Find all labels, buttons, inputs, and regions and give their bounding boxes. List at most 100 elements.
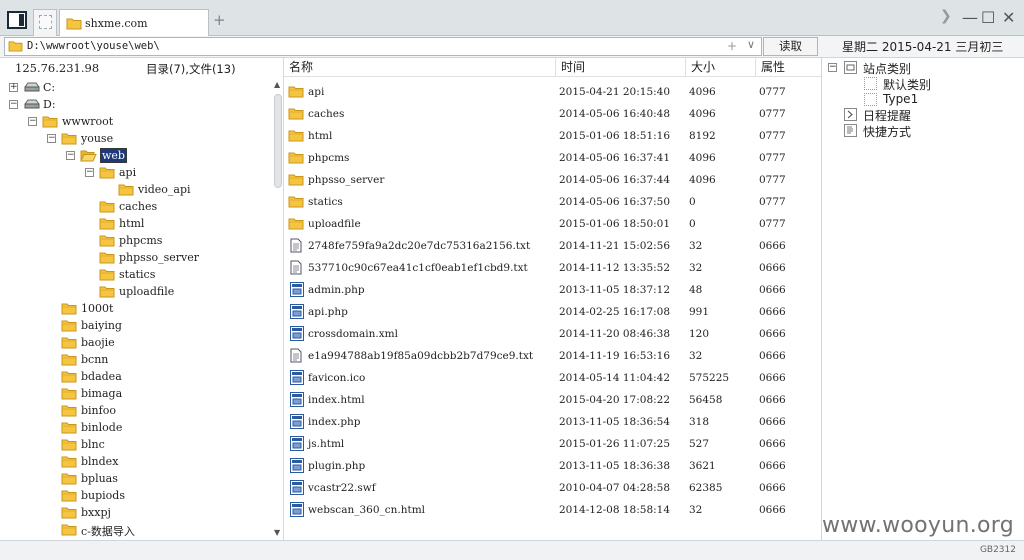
file-row[interactable]: crossdomain.xml 2014-11-20 08:46:38 120 066… (284, 323, 821, 345)
category-item[interactable]: 快捷方式 (822, 123, 1022, 139)
file-row[interactable]: index.php 2013-11-05 18:36:54 318 0666 (284, 411, 821, 433)
tree-node[interactable]: phpsso_server (0, 250, 270, 267)
file-icon (290, 282, 304, 300)
collapse-icon[interactable]: − (828, 63, 837, 72)
maximize-button[interactable]: ☐ (981, 8, 995, 27)
file-row[interactable]: phpcms 2014-05-06 16:37:41 4096 0777 (284, 147, 821, 169)
tree-node[interactable]: statics (0, 267, 270, 284)
tree-node[interactable]: bimaga (0, 386, 270, 403)
tree-scrollbar[interactable]: ▲ ▼ (272, 80, 284, 540)
file-row[interactable]: caches 2014-05-06 16:40:48 4096 0777 (284, 103, 821, 125)
tree-node[interactable]: bdadea (0, 369, 270, 386)
category-item[interactable]: − 站点类别 (822, 60, 1022, 76)
tree-node[interactable]: binlode (0, 420, 270, 437)
file-name: caches (308, 108, 345, 120)
file-attr: 0666 (759, 240, 786, 252)
expand-icon[interactable]: + (9, 83, 18, 92)
tab-blank[interactable] (33, 9, 57, 36)
close-button[interactable]: ✕ (1002, 8, 1015, 27)
scroll-thumb[interactable] (274, 94, 282, 188)
file-row[interactable]: vcastr22.swf 2010-04-07 04:28:58 62385 0666 (284, 477, 821, 499)
file-row[interactable]: js.html 2015-01-26 11:07:25 527 0666 (284, 433, 821, 455)
tree-node[interactable]: c-数据导入 (0, 522, 270, 539)
tree-node-label: api (119, 166, 137, 179)
file-row[interactable]: api.php 2014-02-25 16:17:08 991 0666 (284, 301, 821, 323)
column-time[interactable]: 时间 (556, 58, 686, 77)
collapse-icon[interactable]: − (85, 168, 94, 177)
tree-node[interactable]: html (0, 216, 270, 233)
tree-node[interactable]: blndex (0, 454, 270, 471)
column-attr[interactable]: 属性 (756, 58, 821, 77)
tree-node[interactable]: binfoo (0, 403, 270, 420)
chevron-down-icon[interactable]: ∨ (747, 38, 755, 51)
folder-icon (288, 107, 304, 123)
tree-node[interactable]: − web (0, 148, 270, 165)
tree-node[interactable]: caches (0, 199, 270, 216)
file-row[interactable]: api 2015-04-21 20:15:40 4096 0777 (284, 81, 821, 103)
file-row[interactable]: plugin.php 2013-11-05 18:36:38 3621 0666 (284, 455, 821, 477)
file-row[interactable]: statics 2014-05-06 16:37:50 0 0777 (284, 191, 821, 213)
category-item[interactable]: Type1 (822, 92, 1022, 108)
add-bookmark-icon[interactable]: + (727, 39, 737, 53)
tree-node[interactable]: uploadfile (0, 284, 270, 301)
tab-shxme[interactable]: shxme.com (59, 9, 209, 37)
file-row[interactable]: 537710c90c67ea41c1cf0eab1ef1cbd9.txt 2014… (284, 257, 821, 279)
collapse-icon[interactable]: − (9, 100, 18, 109)
column-size[interactable]: 大小 (686, 58, 756, 77)
file-row[interactable]: 2748fe759fa9a2dc20e7dc75316a2156.txt 2014… (284, 235, 821, 257)
category-item[interactable]: 默认类别 (822, 76, 1022, 92)
tree-node[interactable]: 1000t (0, 301, 270, 318)
tree-node[interactable]: video_api (0, 182, 270, 199)
tree-node[interactable]: phpcms (0, 233, 270, 250)
file-attr: 0777 (759, 108, 786, 120)
folder-icon (61, 302, 77, 318)
tree-node[interactable]: bcnn (0, 352, 270, 369)
collapse-icon[interactable]: − (66, 151, 75, 160)
path-input[interactable]: D:\wwwroot\youse\web\ + ∨ (4, 37, 762, 56)
forward-icon[interactable]: ❯ (940, 8, 952, 24)
tree-node[interactable]: baiying (0, 318, 270, 335)
read-button[interactable]: 读取 (763, 37, 818, 56)
collapse-icon[interactable]: − (28, 117, 37, 126)
status-bar: GB2312 (0, 540, 1024, 560)
new-tab-button[interactable]: + (213, 11, 226, 29)
tree-node[interactable]: − youse (0, 131, 270, 148)
file-row[interactable]: e1a994788ab19f85a09dcbb2b7d79ce9.txt 2014… (284, 345, 821, 367)
file-attr: 0666 (759, 482, 786, 494)
sidebar-toggle-icon[interactable] (7, 11, 27, 29)
tree-node-label: bxxpj (81, 506, 111, 519)
tree-node[interactable]: − wwwroot (0, 114, 270, 131)
tree-node[interactable]: − D: (0, 97, 270, 114)
tree-node-label: binfoo (81, 404, 116, 417)
folder-icon (288, 129, 304, 145)
scroll-down-icon[interactable]: ▼ (274, 528, 280, 537)
file-row[interactable]: uploadfile 2015-01-06 18:50:01 0 0777 (284, 213, 821, 235)
file-row[interactable]: admin.php 2013-11-05 18:37:12 48 0666 (284, 279, 821, 301)
file-name: index.html (308, 394, 365, 406)
tree-node[interactable]: bupiods (0, 488, 270, 505)
file-row[interactable]: html 2015-01-06 18:51:16 8192 0777 (284, 125, 821, 147)
tree-node[interactable]: + C: (0, 80, 270, 97)
folder-icon (288, 151, 304, 167)
tree-node-label: phpcms (119, 234, 163, 247)
category-item[interactable]: 日程提醒 (822, 107, 1022, 123)
scroll-up-icon[interactable]: ▲ (274, 80, 280, 89)
file-row[interactable]: favicon.ico 2014-05-14 11:04:42 575225 0666 (284, 367, 821, 389)
tree-node[interactable]: bpluas (0, 471, 270, 488)
tree-node[interactable]: blnc (0, 437, 270, 454)
file-row[interactable]: phpsso_server 2014-05-06 16:37:44 4096 0777 (284, 169, 821, 191)
folder-icon (61, 421, 77, 437)
minimize-button[interactable]: — (962, 8, 978, 27)
tree-node[interactable]: − api (0, 165, 270, 182)
file-size: 120 (689, 328, 710, 340)
folder-icon (99, 251, 115, 267)
tree-node[interactable]: bxxpj (0, 505, 270, 522)
column-name[interactable]: 名称 (284, 58, 556, 77)
file-row[interactable]: index.html 2015-04-20 17:08:22 56458 0666 (284, 389, 821, 411)
tree-node[interactable]: baojie (0, 335, 270, 352)
tree-node-label: binlode (81, 421, 123, 434)
file-time: 2014-11-20 08:46:38 (559, 328, 671, 340)
file-row[interactable]: webscan_360_cn.html 2014-12-08 18:58:14 32… (284, 499, 821, 521)
collapse-icon[interactable]: − (47, 134, 56, 143)
file-name: uploadfile (308, 218, 361, 230)
